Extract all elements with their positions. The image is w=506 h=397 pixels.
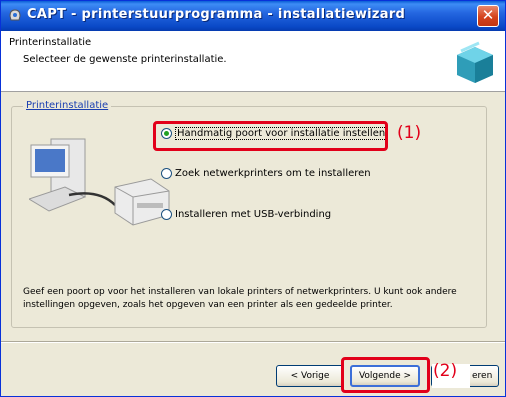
wizard-header: Printerinstallatie Selecteer de gewenste…	[1, 31, 505, 92]
option-usb[interactable]: Installeren met USB-verbinding	[161, 209, 331, 220]
header-subtitle: Selecteer de gewenste printerinstallatie…	[23, 54, 227, 65]
option-usb-label: Installeren met USB-verbinding	[175, 209, 332, 220]
previous-button[interactable]: < Vorige	[276, 365, 344, 387]
callout-label-2: (2)	[433, 361, 458, 381]
window-title: CAPT - printerstuurprogramma - installat…	[27, 7, 406, 22]
installer-window: CAPT - printerstuurprogramma - installat…	[0, 0, 506, 397]
callout-highlight-1	[153, 121, 388, 151]
install-box-icon	[457, 41, 493, 83]
option-search-network-label: Zoek netwerkprinters om te installeren	[175, 168, 371, 179]
callout-label-1: (1)	[397, 123, 422, 143]
printer-app-icon	[9, 9, 21, 21]
header-title: Printerinstallatie	[9, 37, 92, 48]
cancel-button-label: eren	[472, 371, 493, 381]
radio-search-network[interactable]	[161, 168, 172, 179]
close-button[interactable]: ✕	[477, 5, 499, 27]
radio-usb[interactable]	[161, 209, 172, 220]
button-separator	[1, 341, 505, 343]
callout-highlight-2	[341, 357, 430, 393]
option-search-network[interactable]: Zoek netwerkprinters om te installeren	[161, 168, 371, 179]
title-bar[interactable]: CAPT - printerstuurprogramma - installat…	[1, 1, 505, 31]
group-legend: Printerinstallatie	[23, 100, 112, 111]
option-description: Geef een poort op voor het installeren v…	[23, 287, 457, 310]
